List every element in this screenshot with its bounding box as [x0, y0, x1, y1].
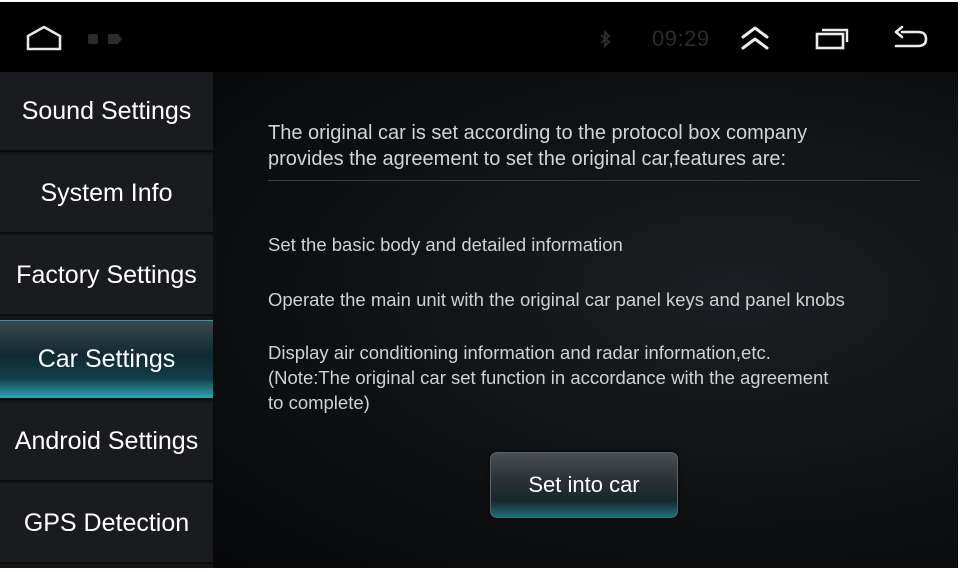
set-into-car-button[interactable]: Set into car — [490, 452, 678, 518]
sidebar-item-android-settings[interactable]: Android Settings — [0, 402, 213, 482]
feature-line: Display air conditioning information and… — [268, 342, 771, 363]
notification-icons — [88, 34, 122, 44]
sidebar-item-label: Factory Settings — [16, 260, 197, 289]
sidebar-item-label: Sound Settings — [21, 96, 192, 125]
feature-line: (Note:The original car set function in a… — [268, 367, 829, 388]
status-bar: 09:29 — [0, 2, 958, 72]
expand-up-icon[interactable] — [738, 24, 772, 52]
sidebar-item-car-settings[interactable]: Car Settings — [0, 320, 213, 400]
intro-line: The original car is set according to the… — [268, 122, 808, 144]
feature-line: to complete) — [268, 392, 370, 413]
intro-line: provides the agreement to set the origin… — [268, 148, 787, 170]
sidebar-item-label: Car Settings — [37, 345, 176, 373]
bluetooth-icon — [600, 30, 611, 48]
intro-text: The original car is set according to the… — [268, 120, 928, 172]
sidebar-item-label: System Info — [40, 178, 173, 207]
button-label: Set into car — [528, 472, 640, 497]
feature-text: Set the basic body and detailed informat… — [268, 234, 623, 255]
screen: 09:29 Sound Settings System Info Factory… — [0, 2, 958, 568]
home-icon[interactable] — [24, 24, 64, 52]
sidebar-item-sound-settings[interactable]: Sound Settings — [0, 72, 213, 152]
sidebar-item-label: Android Settings — [14, 426, 199, 455]
clock: 09:29 — [652, 26, 710, 51]
sidebar-item-factory-settings[interactable]: Factory Settings — [0, 236, 213, 316]
sidebar-item-system-info[interactable]: System Info — [0, 154, 213, 234]
settings-sidebar: Sound Settings System Info Factory Setti… — [0, 72, 213, 568]
feature-text: Display air conditioning information and… — [268, 340, 828, 415]
divider — [268, 180, 920, 181]
feature-text: Operate the main unit with the original … — [268, 289, 845, 310]
sidebar-item-gps-detection[interactable]: GPS Detection — [0, 484, 213, 564]
sidebar-item-label: GPS Detection — [23, 508, 190, 537]
car-settings-panel: The original car is set according to the… — [213, 72, 958, 568]
recents-icon[interactable] — [814, 26, 850, 50]
back-icon[interactable] — [890, 26, 930, 52]
